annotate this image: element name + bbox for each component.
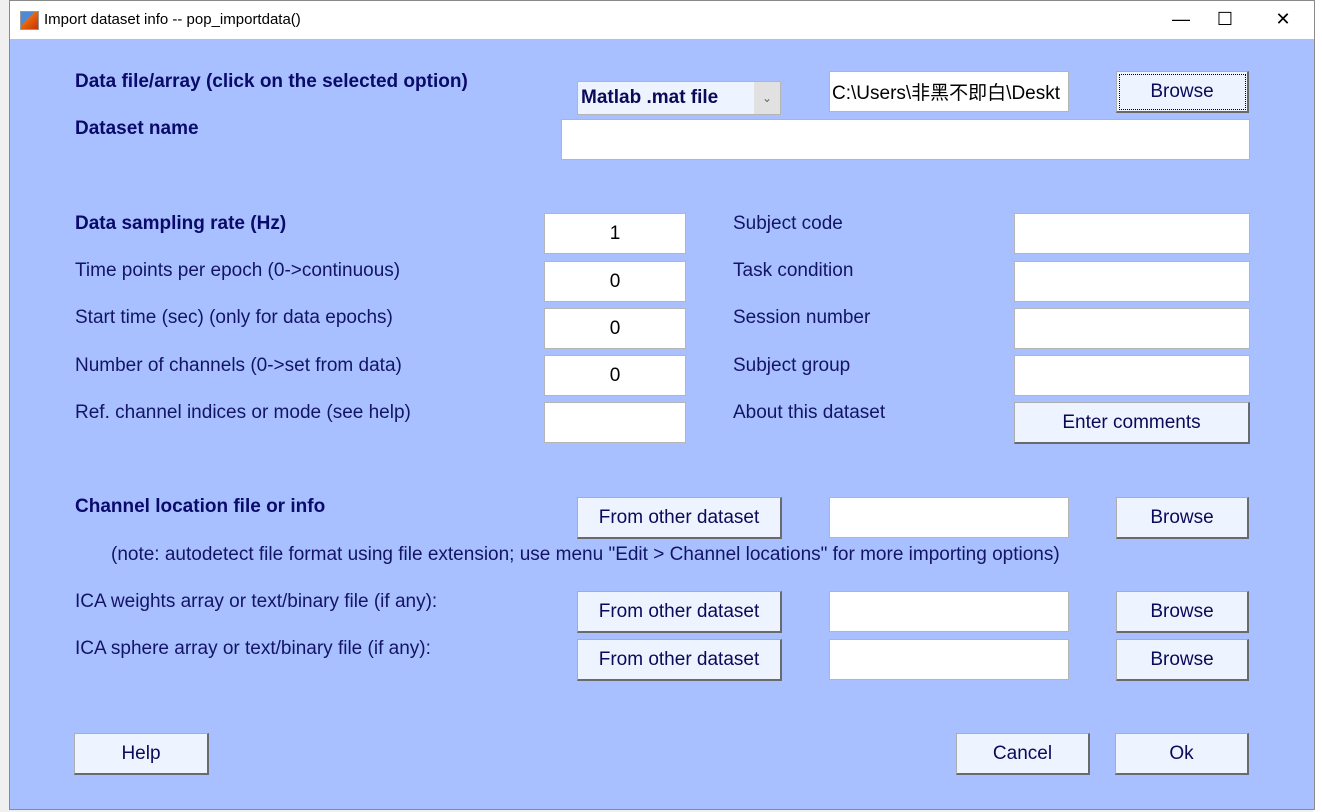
- ref-channel-label: Ref. channel indices or mode (see help): [75, 402, 411, 423]
- dataset-name-input[interactable]: [561, 119, 1250, 160]
- window-title: Import dataset info -- pop_importdata(): [44, 11, 301, 28]
- subject-group-input[interactable]: [1014, 355, 1250, 396]
- task-condition-label: Task condition: [733, 260, 854, 281]
- chanlocs-label: Channel location file or info: [75, 496, 326, 517]
- task-condition-input[interactable]: [1014, 261, 1250, 302]
- ica-weights-label: ICA weights array or text/binary file (i…: [75, 591, 438, 612]
- import-dataset-dialog: Import dataset info -- pop_importdata() …: [9, 0, 1315, 810]
- dataset-name-label: Dataset name: [75, 118, 199, 139]
- chanlocs-note: (note: autodetect file format using file…: [111, 544, 1060, 565]
- subject-code-label: Subject code: [733, 213, 843, 234]
- about-dataset-label: About this dataset: [733, 402, 886, 423]
- matlab-logo-icon: [20, 11, 39, 30]
- maximize-button[interactable]: ☐: [1210, 9, 1240, 30]
- subject-group-label: Subject group: [733, 355, 851, 376]
- data-file-label: Data file/array (click on the selected o…: [75, 71, 468, 92]
- sampling-rate-label: Data sampling rate (Hz): [75, 213, 287, 234]
- num-channels-label: Number of channels (0->set from data): [75, 355, 402, 376]
- time-points-input[interactable]: 0: [544, 261, 686, 302]
- time-points-label: Time points per epoch (0->continuous): [75, 260, 401, 281]
- ica-weights-browse-button[interactable]: Browse: [1116, 591, 1249, 633]
- ica-sphere-input[interactable]: [829, 639, 1069, 680]
- format-dropdown[interactable]: Matlab .mat file ⌄: [577, 81, 781, 115]
- ref-channel-input[interactable]: [544, 402, 686, 443]
- chanlocs-input[interactable]: [829, 497, 1069, 538]
- sampling-rate-input[interactable]: 1: [544, 213, 686, 254]
- ok-button[interactable]: Ok: [1115, 733, 1249, 775]
- title-bar: Import dataset info -- pop_importdata() …: [10, 1, 1314, 39]
- enter-comments-button[interactable]: Enter comments: [1014, 402, 1250, 444]
- minimize-button[interactable]: —: [1166, 9, 1196, 30]
- data-file-browse-button[interactable]: Browse: [1116, 71, 1249, 113]
- num-channels-input[interactable]: 0: [544, 355, 686, 396]
- session-number-input[interactable]: [1014, 308, 1250, 349]
- chevron-down-icon: ⌄: [754, 82, 780, 114]
- ica-sphere-browse-button[interactable]: Browse: [1116, 639, 1249, 681]
- start-time-label: Start time (sec) (only for data epochs): [75, 307, 393, 328]
- chanlocs-browse-button[interactable]: Browse: [1116, 497, 1249, 539]
- ica-sphere-label: ICA sphere array or text/binary file (if…: [75, 638, 431, 659]
- data-file-path-input[interactable]: C:\Users\非黑不即白\Deskt: [829, 71, 1069, 112]
- chanlocs-from-other-button[interactable]: From other dataset: [577, 497, 782, 539]
- subject-code-input[interactable]: [1014, 213, 1250, 254]
- ica-sphere-from-other-button[interactable]: From other dataset: [577, 639, 782, 681]
- ica-weights-input[interactable]: [829, 591, 1069, 632]
- cancel-button[interactable]: Cancel: [956, 733, 1090, 775]
- help-button[interactable]: Help: [74, 733, 209, 775]
- ica-weights-from-other-button[interactable]: From other dataset: [577, 591, 782, 633]
- format-value: Matlab .mat file: [581, 87, 719, 108]
- start-time-input[interactable]: 0: [544, 308, 686, 349]
- close-button[interactable]: ✕: [1268, 9, 1298, 30]
- session-number-label: Session number: [733, 307, 871, 328]
